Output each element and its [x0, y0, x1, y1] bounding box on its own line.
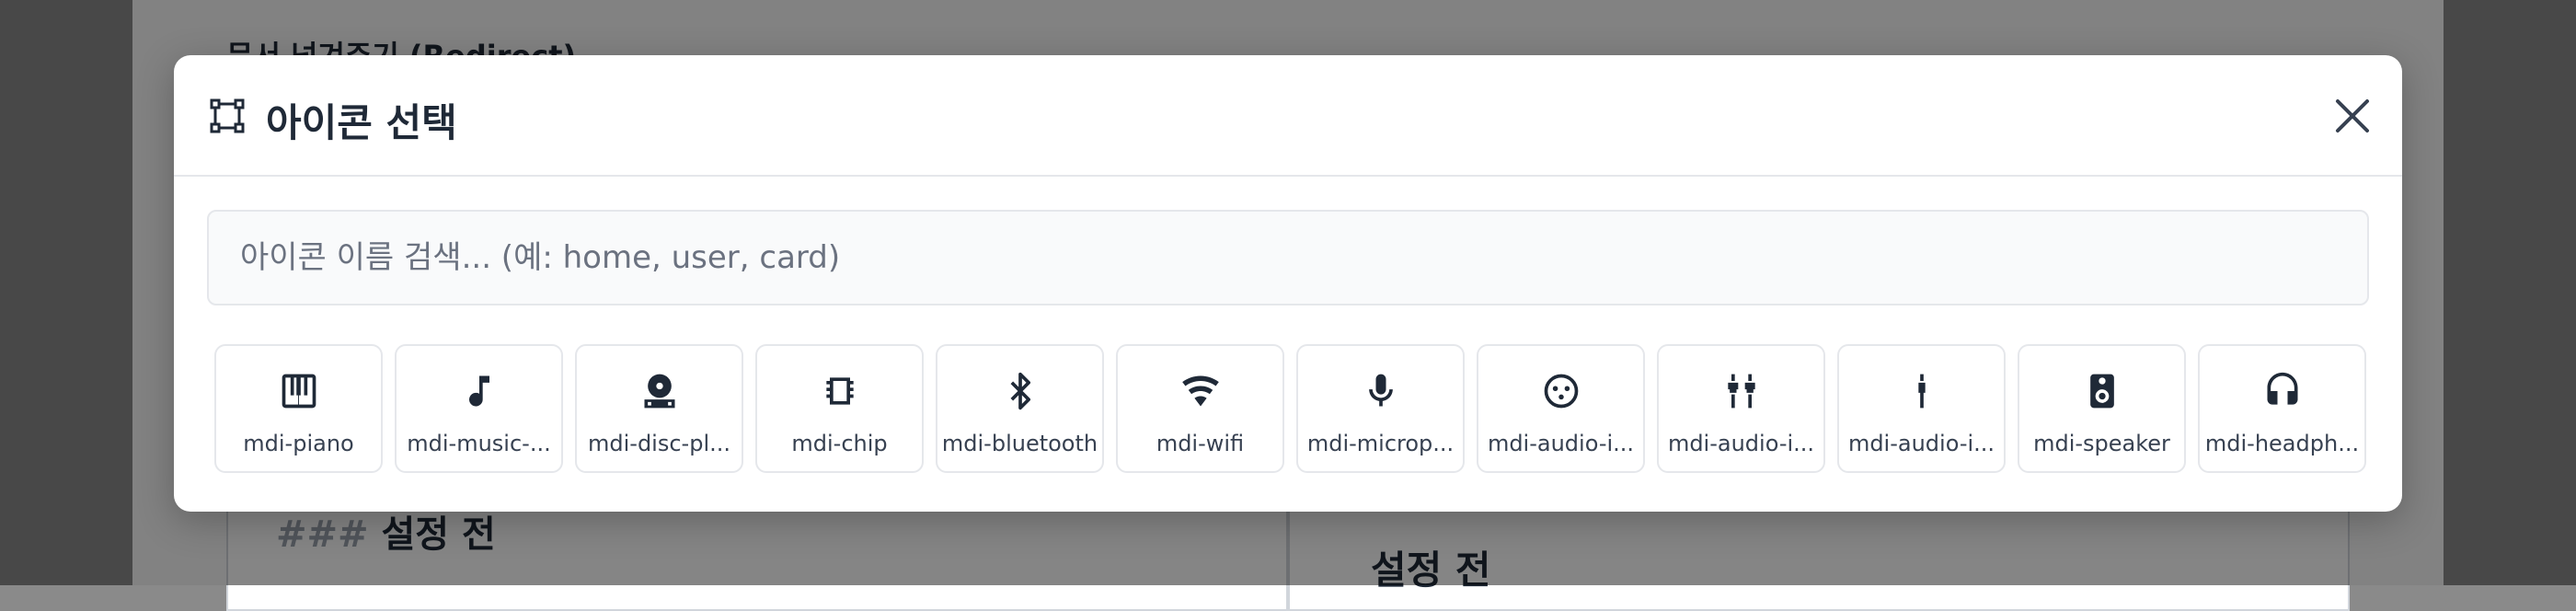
piano-icon: [278, 370, 320, 412]
bluetooth-icon: [999, 370, 1041, 412]
audio-input-xlr-icon: [1540, 370, 1582, 412]
close-button[interactable]: [2330, 94, 2375, 138]
icon-tile[interactable]: mdi-bluetooth: [936, 344, 1104, 473]
icon-label: mdi-chip: [791, 431, 888, 456]
icon-tile[interactable]: mdi-audio-i...: [1477, 344, 1645, 473]
icon-tile[interactable]: mdi-disc-pl...: [575, 344, 743, 473]
icon-tile[interactable]: mdi-microp...: [1296, 344, 1465, 473]
speaker-icon: [2081, 370, 2123, 412]
icon-tile[interactable]: mdi-speaker: [2018, 344, 2186, 473]
icon-label: mdi-wifi: [1156, 431, 1245, 456]
disc-player-icon: [638, 370, 681, 412]
icon-label: mdi-audio-i...: [1487, 431, 1635, 456]
music-note-icon: [458, 370, 500, 412]
icon-tile[interactable]: mdi-wifi: [1116, 344, 1284, 473]
microphone-icon: [1360, 370, 1402, 412]
icon-label: mdi-microp...: [1306, 431, 1455, 456]
icon-search-input[interactable]: [207, 210, 2369, 306]
headphones-icon: [2261, 370, 2304, 412]
icon-label: mdi-audio-i...: [1667, 431, 1815, 456]
icon-label: mdi-headph...: [2204, 431, 2360, 456]
icon-tile[interactable]: mdi-headph...: [2198, 344, 2366, 473]
icon-label: mdi-speaker: [2033, 431, 2170, 456]
icon-picker-modal: 아이콘 선택 mdi-piano mdi-music-...: [174, 55, 2402, 512]
icon-tile[interactable]: mdi-music-...: [395, 344, 563, 473]
audio-input-stereo-minijack-icon: [1901, 370, 1943, 412]
icon-grid: mdi-piano mdi-music-... mdi-disc-pl... m…: [214, 344, 2367, 473]
modal-header: 아이콘 선택: [174, 55, 2402, 177]
icon-label: mdi-music-...: [407, 431, 551, 456]
icon-label: mdi-audio-i...: [1847, 431, 1995, 456]
icon-tile[interactable]: mdi-piano: [214, 344, 383, 473]
close-icon: [2336, 99, 2369, 133]
audio-input-rca-icon: [1720, 370, 1763, 412]
vector-square-icon: [209, 98, 246, 134]
icon-label: mdi-bluetooth: [941, 431, 1098, 456]
icon-tile[interactable]: mdi-chip: [755, 344, 924, 473]
icon-tile[interactable]: mdi-audio-i...: [1837, 344, 2006, 473]
icon-tile[interactable]: mdi-audio-i...: [1657, 344, 1825, 473]
modal-title: 아이콘 선택: [266, 100, 457, 145]
chip-icon: [819, 370, 861, 412]
icon-label: mdi-disc-pl...: [588, 431, 730, 456]
wifi-icon: [1179, 370, 1222, 412]
icon-label: mdi-piano: [243, 431, 354, 456]
